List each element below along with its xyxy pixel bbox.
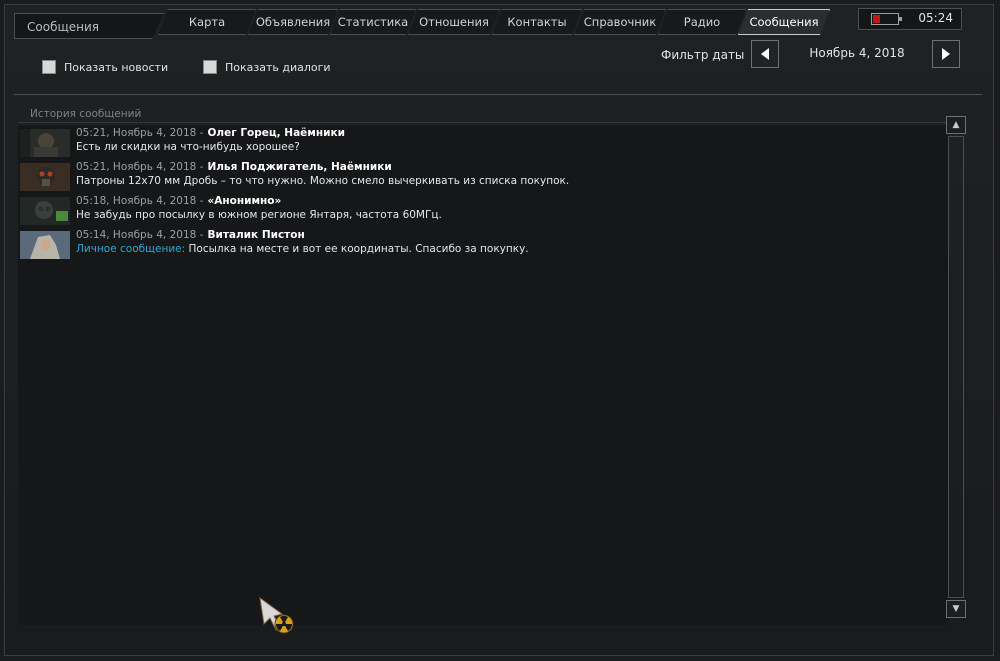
date-value: Ноябрь 4, 2018 (809, 46, 905, 60)
history-header: История сообщений (18, 105, 964, 123)
tab-messages[interactable]: Сообщения (738, 9, 830, 35)
tab-guide[interactable]: Справочник (574, 9, 666, 35)
battery-icon (871, 13, 902, 25)
scroll-up-button[interactable]: ▲ (946, 116, 966, 134)
message-history-panel: История сообщений 05:21, Ноябрь 4, 2018 … (14, 94, 982, 634)
message-author: Виталик Пистон (207, 229, 305, 241)
tab-map[interactable]: Карта (158, 9, 256, 35)
scroll-track[interactable] (948, 136, 964, 598)
tab-statistics[interactable]: Статистика (330, 9, 416, 35)
status-bar: 05:24 (858, 8, 962, 30)
gasmask-avatar (20, 163, 70, 191)
show-dialogs-label: Показать диалоги (225, 60, 331, 74)
battery-level (873, 15, 880, 23)
message-author: Олег Горец, Наёмники (207, 127, 345, 139)
message-author: «Анонимно» (207, 195, 282, 207)
radiation-cursor-icon (258, 596, 298, 640)
stalker-avatar (20, 231, 70, 259)
message-list[interactable]: 05:21, Ноябрь 4, 2018 - Олег Горец, Наёмн… (18, 125, 948, 625)
anonymous-avatar (20, 197, 70, 225)
window-title: Сообщения (14, 13, 164, 39)
clock: 05:24 (918, 11, 953, 25)
show-news-label: Показать новости (64, 60, 169, 74)
scrollbar[interactable]: ▲ ▼ (946, 116, 966, 624)
message-text: Не забудь про посылку в южном регионе Ян… (76, 209, 442, 221)
message-text: Есть ли скидки на что-нибудь хорошее? (76, 141, 300, 153)
message-time: 05:21, Ноябрь 4, 2018 - (76, 161, 204, 173)
scroll-down-button[interactable]: ▼ (946, 600, 966, 618)
tab-ads[interactable]: Объявления (248, 9, 338, 35)
tab-relations[interactable]: Отношения (408, 9, 500, 35)
message-text: Посылка на месте и вот ее координаты. Сп… (185, 243, 529, 255)
date-prev-button[interactable] (751, 40, 779, 68)
chevron-right-icon (942, 48, 950, 60)
tab-bar: Карта Объявления Статистика Отношения Ко… (158, 9, 830, 35)
mercenary-avatar (20, 129, 70, 157)
message-prefix: Личное сообщение: (76, 243, 186, 255)
tab-contacts[interactable]: Контакты (492, 9, 582, 35)
message-text: Патроны 12х70 мм Дробь – то что нужно. М… (76, 175, 570, 187)
checkbox-icon[interactable] (203, 60, 217, 74)
message-time: 05:18, Ноябрь 4, 2018 - (76, 195, 204, 207)
message-time: 05:21, Ноябрь 4, 2018 - (76, 127, 204, 139)
date-filter-label: Фильтр даты (661, 48, 745, 62)
checkbox-icon[interactable] (42, 60, 56, 74)
show-dialogs-checkbox[interactable]: Показать диалоги (203, 60, 331, 74)
chevron-left-icon (761, 48, 769, 60)
date-next-button[interactable] (932, 40, 960, 68)
message-time: 05:14, Ноябрь 4, 2018 - (76, 229, 204, 241)
tab-radio[interactable]: Радио (658, 9, 746, 35)
show-news-checkbox[interactable]: Показать новости (42, 60, 168, 74)
message-author: Илья Поджигатель, Наёмники (207, 161, 392, 173)
